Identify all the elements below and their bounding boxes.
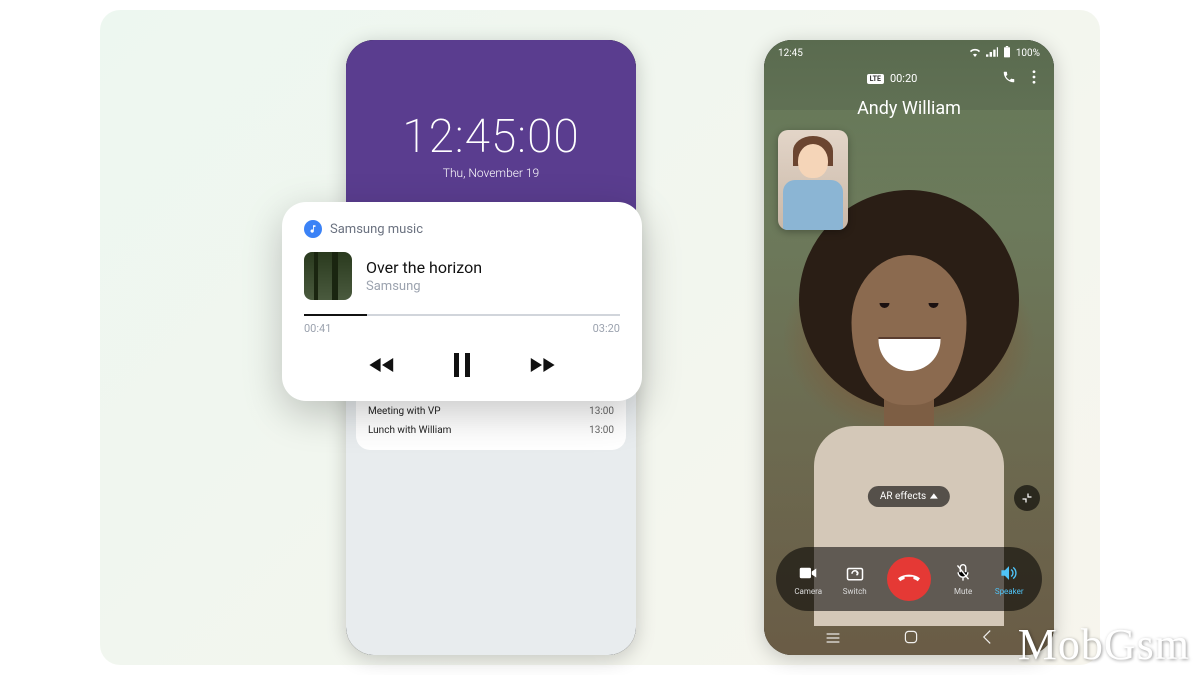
album-art: [304, 252, 352, 300]
music-app-header: Samsung music: [304, 220, 620, 238]
add-call-icon[interactable]: [1002, 70, 1016, 87]
recents-button[interactable]: [825, 630, 841, 649]
time-total: 03:20: [593, 322, 620, 335]
switch-camera-button[interactable]: Switch: [843, 562, 867, 596]
music-app-name: Samsung music: [330, 222, 423, 237]
music-note-icon: [304, 220, 322, 238]
music-player-card[interactable]: Samsung music Over the horizon Samsung 0…: [282, 202, 642, 401]
mic-off-icon: [952, 562, 974, 584]
ar-effects-button[interactable]: AR effects: [868, 486, 950, 507]
wifi-icon: [969, 47, 981, 60]
caller-name: Andy William: [764, 98, 1054, 119]
video-icon: [797, 562, 819, 584]
home-button[interactable]: [903, 629, 919, 649]
marketing-canvas: 12:45:00 Thu, November 19 Weather 23°: [100, 10, 1100, 665]
watermark: MobGsm: [1018, 619, 1190, 670]
lte-badge: LTE: [867, 74, 884, 84]
clock-time: 12:45:00: [346, 110, 636, 164]
navigation-bar: [764, 629, 1054, 649]
next-button[interactable]: [526, 349, 558, 381]
phone-hangup-icon: [898, 574, 920, 584]
switch-camera-icon: [844, 562, 866, 584]
call-topbar: LTE 00:20: [764, 70, 1054, 87]
track-artist: Samsung: [366, 279, 482, 294]
back-button[interactable]: [981, 629, 993, 649]
previous-button[interactable]: [366, 349, 398, 381]
track-title: Over the horizon: [366, 258, 482, 277]
progress-bar[interactable]: [304, 314, 620, 316]
pause-button[interactable]: [446, 349, 478, 381]
call-duration: 00:20: [890, 72, 917, 85]
chevron-up-icon: [930, 491, 938, 502]
phone-videocall: 12:45 100% LTE: [764, 40, 1054, 655]
list-item: Lunch with William 13:00: [368, 421, 614, 440]
battery-percent: 100%: [1016, 48, 1040, 59]
battery-icon: [1003, 46, 1011, 61]
clock-date: Thu, November 19: [346, 166, 636, 180]
status-time: 12:45: [778, 48, 803, 59]
self-preview[interactable]: [778, 130, 848, 230]
call-screen: 12:45 100% LTE: [764, 40, 1054, 655]
more-icon[interactable]: [1032, 70, 1036, 87]
minimize-button[interactable]: [1014, 485, 1040, 511]
status-bar: 12:45 100%: [764, 46, 1054, 61]
call-controls: Camera Switch Mute: [776, 547, 1042, 611]
signal-icon: [986, 47, 998, 60]
time-elapsed: 00:41: [304, 322, 331, 335]
speaker-icon: [998, 562, 1020, 584]
mute-button[interactable]: Mute: [952, 562, 974, 596]
speaker-button[interactable]: Speaker: [995, 562, 1024, 596]
end-call-button[interactable]: [887, 557, 931, 601]
camera-button[interactable]: Camera: [794, 562, 822, 596]
list-item: Meeting with VP 13:00: [368, 402, 614, 421]
